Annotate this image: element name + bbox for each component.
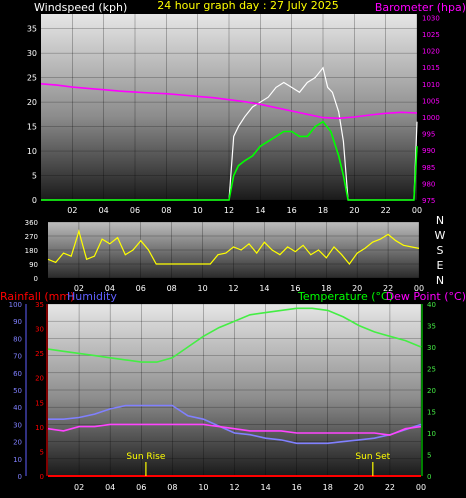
x-tick-label: 16 xyxy=(292,483,302,492)
wind-y-tick-label: 30 xyxy=(27,49,37,58)
humidity-y-tick-label: 30 xyxy=(13,421,22,429)
compass-letter-e: E xyxy=(437,259,444,272)
barometer-y-tick-label: 995 xyxy=(422,131,435,139)
humidity-y-tick-label: 60 xyxy=(13,370,22,378)
temperature-y-tick-label: 5 xyxy=(427,452,431,460)
x-tick-label: 00 xyxy=(412,206,422,215)
wind-y-tick-label: 0 xyxy=(32,196,37,205)
temperature-y-tick-label: 0 xyxy=(427,473,431,481)
x-tick-label: 22 xyxy=(381,206,391,215)
temperature-y-tick-label: 25 xyxy=(427,366,436,374)
x-tick-label: 18 xyxy=(318,206,328,215)
x-tick-label: 10 xyxy=(193,206,203,215)
x-tick-label: 10 xyxy=(198,483,208,492)
rainfall-y-tick-label: 15 xyxy=(35,399,44,407)
barometer-y-tick-label: 980 xyxy=(422,180,435,188)
direction-y-tick-label: 90 xyxy=(29,261,38,269)
x-tick-label: 12 xyxy=(229,483,239,492)
compass-letter-n-bottom: N xyxy=(436,274,444,287)
humidity-y-tick-label: 50 xyxy=(13,387,22,395)
x-tick-label: 06 xyxy=(130,206,140,215)
humidity-y-tick-label: 10 xyxy=(13,456,22,464)
humidity-axis-label: Humidity xyxy=(67,290,117,303)
sunset-label: Sun Set xyxy=(355,452,390,462)
rainfall-y-tick-label: 5 xyxy=(40,448,44,456)
wind-y-tick-label: 15 xyxy=(27,123,37,132)
rainfall-axis-label: Rainfall (mm) xyxy=(0,290,74,303)
x-tick-label: 02 xyxy=(74,483,84,492)
wind-y-tick-label: 10 xyxy=(27,147,37,156)
barometer-y-tick-label: 1015 xyxy=(422,64,440,72)
x-tick-label: 14 xyxy=(259,284,269,293)
direction-y-tick-label: 270 xyxy=(25,233,38,241)
compass-letter-w: W xyxy=(435,229,446,242)
humidity-y-tick-label: 40 xyxy=(13,404,22,412)
barometer-y-tick-label: 1020 xyxy=(422,48,440,56)
sunrise-label: Sun Rise xyxy=(126,452,165,462)
x-tick-label: 14 xyxy=(255,206,265,215)
rainfall-y-tick-label: 20 xyxy=(35,375,44,383)
graph-title: 24 hour graph day : 27 July 2025 xyxy=(157,0,339,12)
x-tick-label: 14 xyxy=(260,483,270,492)
barometer-y-tick-label: 1005 xyxy=(422,97,440,105)
temperature-y-tick-label: 15 xyxy=(427,409,436,417)
dewpoint-axis-label: Dew Point (°C) xyxy=(386,290,466,303)
compass-letter-n-top: N xyxy=(436,214,444,227)
wind-y-tick-label: 20 xyxy=(27,98,37,107)
direction-y-tick-label: 180 xyxy=(25,247,38,255)
x-tick-label: 08 xyxy=(167,284,177,293)
x-tick-label: 16 xyxy=(287,206,297,215)
rainfall-y-tick-label: 10 xyxy=(35,424,44,432)
humidity-y-tick-label: 90 xyxy=(13,318,22,326)
direction-y-tick-label: 360 xyxy=(25,219,38,227)
rainfall-y-tick-label: 30 xyxy=(35,326,44,334)
x-tick-label: 20 xyxy=(354,483,364,492)
x-tick-label: 00 xyxy=(416,483,426,492)
weather-graph-page: 0 5 10 15 20 25 30 35 975 980 985 990 995 1000 1005 101… xyxy=(0,0,466,498)
x-tick-label: 08 xyxy=(161,206,171,215)
x-tick-label: 10 xyxy=(197,284,207,293)
x-tick-label: 22 xyxy=(385,483,395,492)
x-tick-label: 08 xyxy=(167,483,177,492)
rainfall-y-tick-label: 0 xyxy=(40,473,44,481)
barometer-y-tick-label: 1000 xyxy=(422,114,440,122)
humidity-y-tick-label: 0 xyxy=(18,473,22,481)
x-tick-label: 12 xyxy=(224,206,234,215)
barometer-y-tick-label: 975 xyxy=(422,197,435,205)
compass-letter-s: S xyxy=(437,244,444,257)
temperature-y-tick-label: 35 xyxy=(427,323,436,331)
x-tick-label: 18 xyxy=(323,483,333,492)
x-tick-label: 04 xyxy=(105,483,115,492)
humidity-y-tick-label: 70 xyxy=(13,353,22,361)
barometer-y-tick-label: 985 xyxy=(422,164,435,172)
barometer-y-tick-label: 1010 xyxy=(422,81,440,89)
x-tick-label: 06 xyxy=(136,483,146,492)
temperature-y-tick-label: 20 xyxy=(427,387,436,395)
x-tick-label: 20 xyxy=(349,206,359,215)
wind-y-tick-label: 35 xyxy=(27,25,37,34)
temperature-axis-label: Temperature (°C) xyxy=(297,290,393,303)
wind-y-tick-label: 25 xyxy=(27,74,37,83)
temperature-y-tick-label: 10 xyxy=(427,430,436,438)
humidity-y-tick-label: 20 xyxy=(13,439,22,447)
x-tick-label: 12 xyxy=(228,284,238,293)
weather-graph-svg: 0510152025303597598098599099510001005101… xyxy=(0,0,466,492)
barometer-y-tick-label: 1025 xyxy=(422,31,440,39)
direction-y-tick-label: 0 xyxy=(34,275,38,283)
x-tick-label: 06 xyxy=(136,284,146,293)
barometer-axis-label: Barometer (hpa) xyxy=(375,1,466,14)
temperature-y-tick-label: 30 xyxy=(427,344,436,352)
wind-axis-label: Windspeed (kph) xyxy=(34,1,127,14)
x-tick-label: 04 xyxy=(99,206,109,215)
wind-y-tick-label: 5 xyxy=(32,172,37,181)
barometer-y-tick-label: 1030 xyxy=(422,14,440,22)
rainfall-y-tick-label: 25 xyxy=(35,350,44,358)
barometer-y-tick-label: 990 xyxy=(422,147,435,155)
x-tick-label: 02 xyxy=(67,206,77,215)
humidity-y-tick-label: 80 xyxy=(13,335,22,343)
